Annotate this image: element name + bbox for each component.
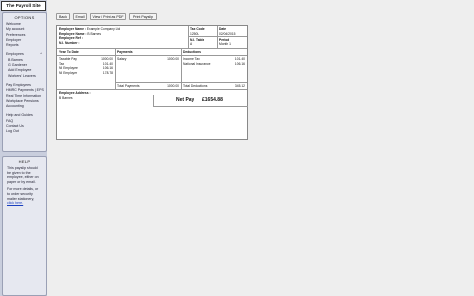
total-payments-value: 1000.00 (167, 83, 179, 88)
view-print-pdf-button[interactable]: View / Print as PDF (90, 13, 126, 20)
tax-code-value: 1250L (190, 31, 200, 36)
deduction-label: National Insurance (183, 61, 211, 66)
help-paragraph-1: This payslip should be given to the empl… (7, 166, 39, 184)
back-button[interactable]: Back (56, 13, 70, 20)
help-paragraph-2: For more details, or to order security m… (7, 187, 42, 205)
net-pay-label: Net Pay (176, 97, 195, 103)
total-payments-row: Total Payments 1000.00 (117, 84, 179, 88)
payslip: Employer Name : Example Company Ltd Empl… (56, 25, 248, 140)
divider (57, 55, 247, 56)
payments-header: Payments (117, 49, 133, 54)
divider (188, 26, 189, 48)
net-pay-box: Net Pay £1654.88 (153, 95, 248, 107)
employee-address-line: B Barnes (59, 95, 73, 100)
total-deductions-label: Total Deductions (183, 83, 208, 88)
menu-item-reports[interactable]: Reports (3, 43, 46, 48)
date-value: 02/04/2015 (219, 31, 236, 36)
ytd-label: Taxable Pay (59, 57, 77, 61)
menu-item-workers-leavers[interactable]: Workers' Leavers (3, 74, 46, 79)
help-click-here-link[interactable]: click here. (7, 201, 23, 205)
site-logo[interactable]: The Payroll Site (1, 1, 46, 11)
payment-value: 1000.00 (167, 57, 179, 61)
collapse-icon[interactable]: ^ (40, 52, 42, 57)
divider (217, 26, 218, 48)
sidebar: The Payroll Site OPTIONS Welcome My acco… (0, 0, 47, 296)
ytd-row: NI Employer 178.78 (59, 71, 113, 75)
employer-name-label: Employer Name : (59, 27, 86, 31)
deductions-header: Deductions (183, 49, 201, 54)
help-text: This payslip should be given to the empl… (3, 164, 46, 211)
ni-number-label: N.I. Number : (59, 40, 80, 45)
options-menu: Welcome My account Preferences Employer … (3, 22, 46, 135)
total-payments-label: Total Payments (117, 83, 140, 88)
menu-item-accounting[interactable]: Accounting (3, 104, 46, 109)
ytd-header: Year To Date (59, 49, 79, 54)
total-deductions-row: Total Deductions 345.12 (183, 84, 245, 88)
period-value: Month 1 (219, 42, 231, 46)
ni-table-value: A (190, 42, 193, 46)
deduction-label: Income Tax (183, 57, 200, 61)
divider (57, 48, 247, 49)
employee-name-value: B Barnes (87, 31, 101, 36)
options-panel: OPTIONS Welcome My account Preferences E… (2, 12, 47, 152)
payment-label: Salary (117, 57, 127, 61)
help-panel: HELP This payslip should be given to the… (2, 156, 47, 296)
deduction-row: National Insurance 106.16 (183, 62, 245, 66)
ytd-label: NI Employer (59, 70, 78, 75)
menu-item-hmrc-payments[interactable]: HMRC Payments | EPS (3, 88, 46, 93)
divider (57, 89, 247, 90)
menu-item-employees[interactable]: Employees ^ (3, 52, 46, 57)
total-deductions-value: 345.12 (234, 83, 245, 88)
ytd-label: Tax (59, 61, 65, 66)
ytd-label: NI Employee (59, 66, 78, 70)
net-pay-value: £1654.88 (202, 97, 223, 103)
employee-name-label: Employee Name : (59, 31, 87, 36)
email-button[interactable]: Email (73, 13, 87, 20)
menu-item-employees-label: Employees (6, 52, 24, 57)
help-paragraph-2-text: For more details, or to order security m… (7, 187, 39, 201)
print-payslip-button[interactable]: Print Payslip (129, 13, 157, 20)
menu-item-log-out[interactable]: Log Out (3, 129, 46, 134)
options-title: OPTIONS (14, 15, 35, 20)
deduction-value: 106.16 (234, 61, 245, 66)
employer-name-value: Example Company Ltd (86, 27, 121, 31)
payment-row: Salary 1000.00 (117, 57, 179, 61)
ytd-value: 178.78 (102, 70, 113, 75)
